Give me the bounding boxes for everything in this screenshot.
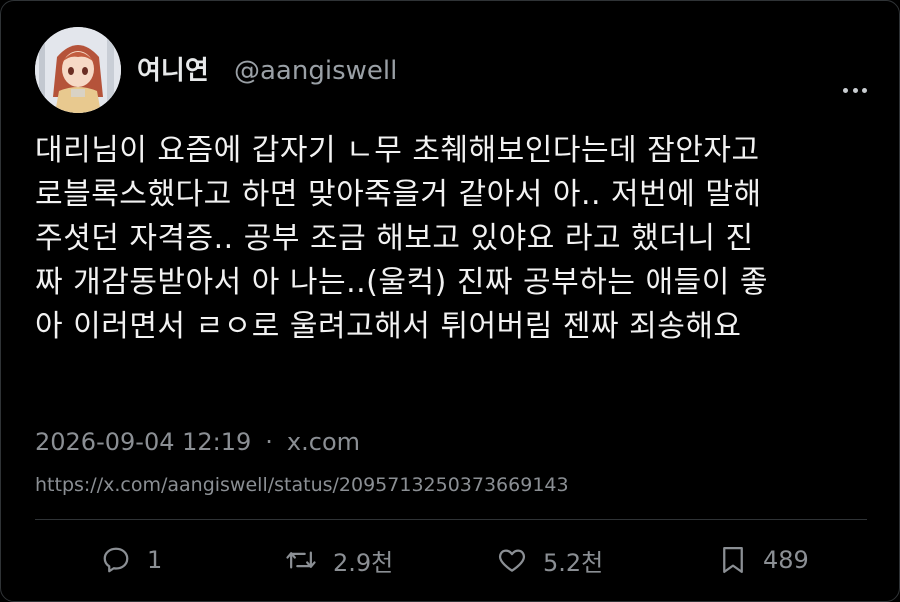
reply-count: 1 [147,546,163,574]
like-button[interactable]: 5.2천 [497,537,603,583]
retweet-icon [286,551,316,569]
more-dot [862,87,867,93]
timestamp[interactable]: 2026-09-04 12:19 [35,428,251,456]
user-handle[interactable]: @aangiswell [234,53,397,89]
action-bar: 1 2.9천 5.2천 489 [1,537,900,583]
heart-icon [499,549,525,572]
retweet-button[interactable]: 2.9천 [285,537,393,583]
more-dot [852,87,858,93]
avatar-image [35,27,121,113]
tweet-line: 대리님이 요즘에 갑자기 ㄴ무 초췌해보인다는데 잠안자고 [35,133,760,168]
bookmark-button[interactable]: 489 [719,537,809,583]
tweet-line: 짜 개감동받아서 아 나는..(울컥) 진짜 공부하는 애들이 좋 [35,265,768,300]
display-name[interactable]: 여니연 [137,53,209,89]
bookmark-count: 489 [763,546,809,574]
meta-separator: · [265,428,273,456]
tweet-text: 대리님이 요즘에 갑자기 ㄴ무 초췌해보인다는데 잠안자고 로블록스했다고 하면… [35,129,875,349]
avatar[interactable] [35,27,121,113]
tweet-line: 로블록스했다고 하면 맞아죽을거 같아서 아.. 저번에 말해 [35,177,762,212]
source-link[interactable]: x.com [287,428,360,456]
reply-button[interactable]: 1 [101,537,162,583]
bookmark-icon [723,547,743,573]
tweet-url[interactable]: https://x.com/aangiswell/status/20957132… [35,471,569,499]
retweet-count: 2.9천 [333,548,394,577]
more-dot [843,87,848,93]
tweet-meta: 2026-09-04 12:19 · x.com [35,425,360,459]
like-count: 5.2천 [543,548,604,577]
tweet-line: 아 이러면서 ㄹㅇ로 울려고해서 튀어버림 젠짜 죄송해요 [35,309,742,344]
tweet-line: 주셧던 자격증.. 공부 조금 해보고 있야요 라고 했더니 진 [35,221,754,256]
more-icon[interactable] [843,85,867,95]
tweet-card: 여니연 @aangiswell 대리님이 요즘에 갑자기 ㄴ무 초췌해보인다는데… [0,0,900,602]
reply-icon [103,547,129,573]
divider [35,519,867,520]
